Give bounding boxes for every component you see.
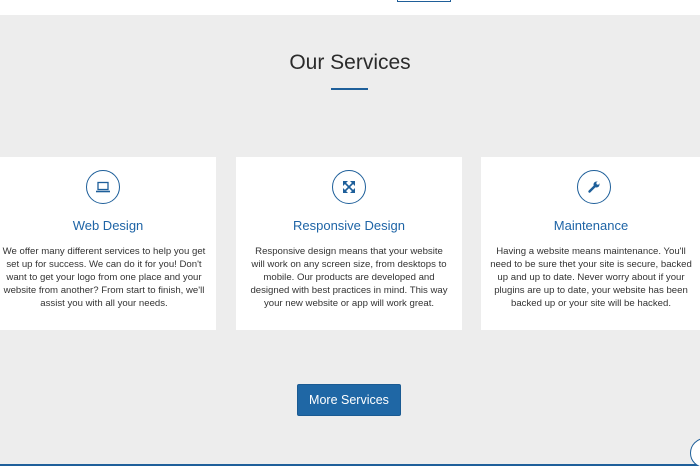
more-services-button[interactable]: More Services xyxy=(297,384,401,416)
service-card-maintenance: Maintenance Having a website means maint… xyxy=(481,157,700,330)
wrench-icon xyxy=(577,170,611,204)
header-button-edge[interactable] xyxy=(397,0,451,2)
service-title: Maintenance xyxy=(553,218,629,233)
service-title: Web Design xyxy=(72,218,144,233)
service-card-responsive-design: Responsive Design Responsive design mean… xyxy=(236,157,462,330)
expand-arrows-icon xyxy=(332,170,366,204)
scroll-to-top-button[interactable] xyxy=(690,438,700,466)
service-description: We offer many different services to help… xyxy=(2,246,206,309)
title-underline xyxy=(331,88,368,90)
laptop-icon xyxy=(86,170,120,204)
services-page: Our Services Web Design We offer many di… xyxy=(0,0,700,466)
service-description: Responsive design means that your websit… xyxy=(250,246,448,309)
section-title: Our Services xyxy=(289,51,411,74)
service-description: Having a website means maintenance. You'… xyxy=(490,246,692,309)
service-title: Responsive Design xyxy=(292,218,405,233)
service-card-web-design: Web Design We offer many different servi… xyxy=(0,157,216,330)
header-bottom-edge xyxy=(0,0,700,15)
